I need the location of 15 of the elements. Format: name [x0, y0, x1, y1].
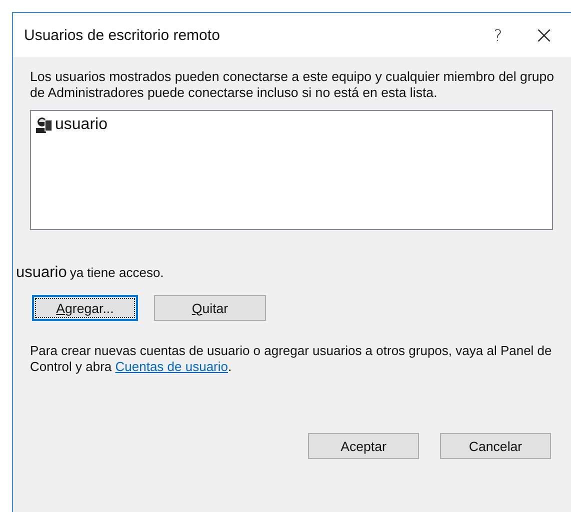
help-button[interactable]: ?	[475, 17, 521, 53]
user-list-item[interactable]: usuario	[33, 116, 110, 134]
status-user-name: usuario	[16, 264, 67, 282]
close-button[interactable]: ×	[521, 17, 567, 53]
ok-button[interactable]: Aceptar	[308, 433, 419, 459]
user-icon	[35, 116, 53, 134]
status-text: ya tiene acceso.	[70, 265, 164, 280]
user-accounts-link[interactable]: Cuentas de usuario	[115, 359, 228, 374]
window-title: Usuarios de escritorio remoto	[24, 26, 221, 44]
add-button[interactable]: Agregar...	[32, 295, 138, 321]
info-text: Para crear nuevas cuentas de usuario o agregar usuarios a otros grupos, vaya al Panel de Control y abra Cuentas de usuario.	[30, 343, 553, 375]
cancel-button[interactable]: Cancelar	[440, 433, 551, 459]
user-name: usuario	[55, 116, 108, 134]
remove-button[interactable]: Quitar	[154, 295, 266, 321]
description-text: Los usuarios mostrados pueden conectarse a este equipo y cualquier miembro del grupo de Administradores puede conectarse incluso si no está en esta lista.	[30, 69, 555, 101]
